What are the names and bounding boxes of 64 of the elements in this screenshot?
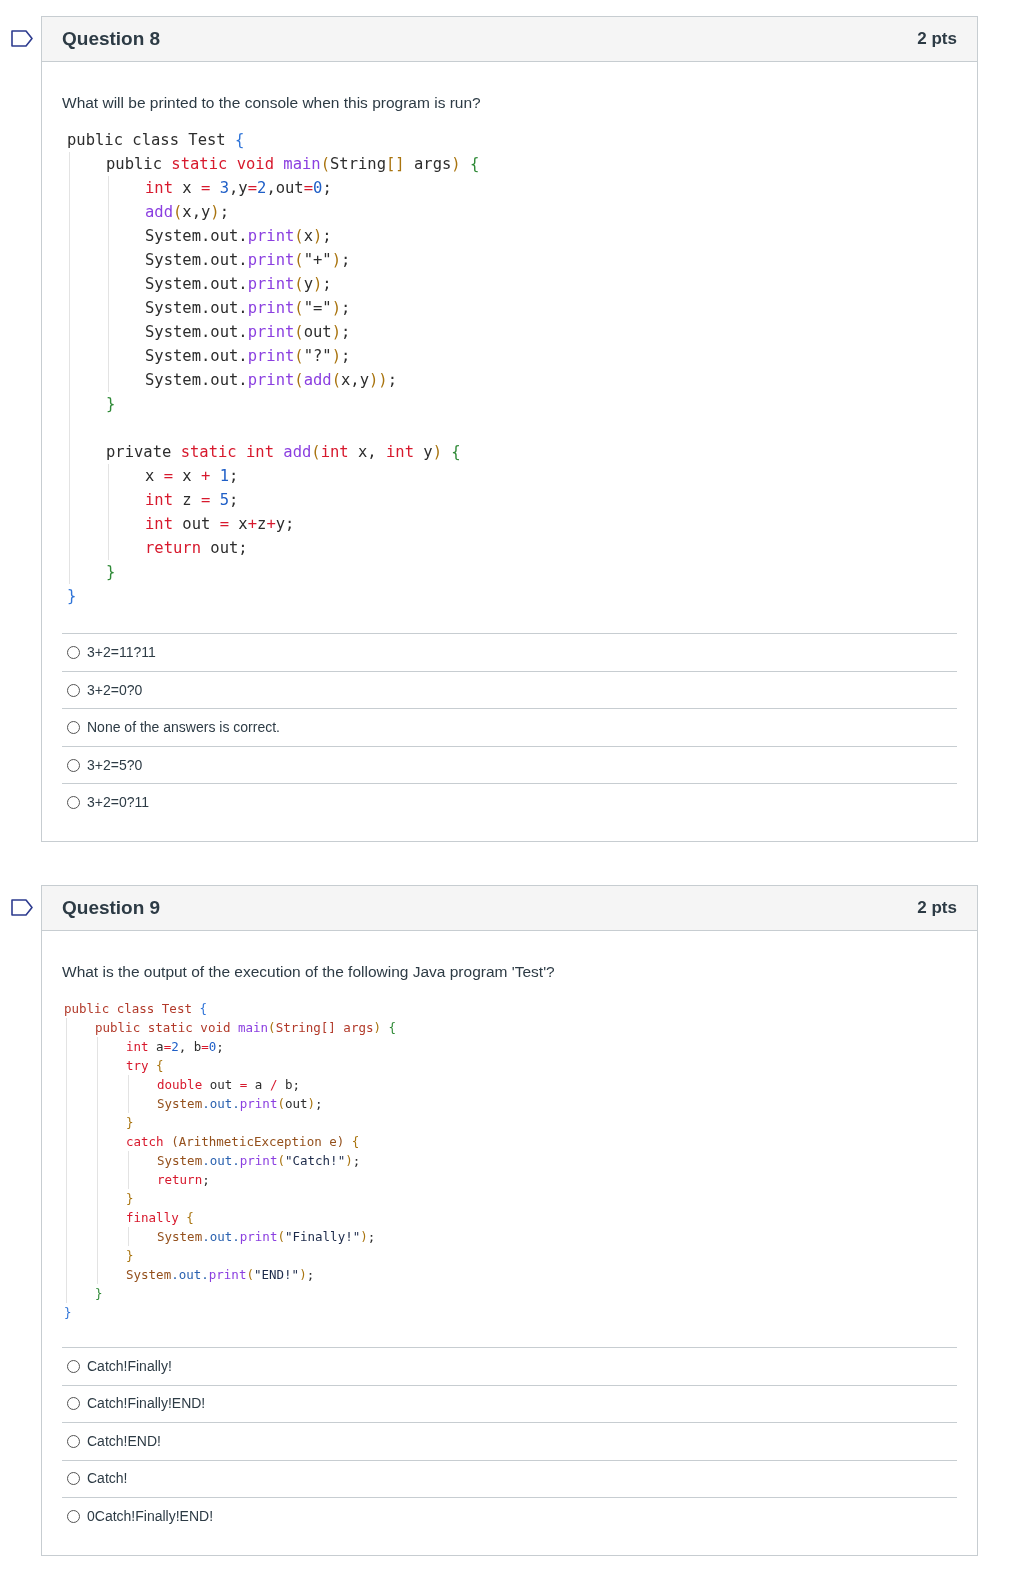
answer-option[interactable]: Catch!END! [62,1422,957,1460]
answer-option[interactable]: 0Catch!Finally!END! [62,1497,957,1535]
code-line: x = x + 1; [145,466,240,488]
code-line: System.out.print(x); [145,226,333,248]
code-line: System.out.print("?"); [145,346,352,368]
code-line: System.out.print("="); [145,298,352,320]
radio-button[interactable] [67,683,80,697]
radio-button[interactable] [67,646,80,659]
answer-option[interactable]: Catch!Finally! [62,1347,957,1385]
radio-button[interactable] [67,796,80,809]
code-line: } [67,586,78,608]
code-line: } [64,1304,73,1322]
question-text: What will be printed to the console when this program is run? [62,93,482,113]
answer-option[interactable]: Catch! [62,1459,957,1497]
question-title: Question 8 [62,26,161,51]
code-line: int a=2, b=0; [126,1038,225,1056]
code-line: } [106,394,117,416]
code-line: System.out.print(out); [145,322,352,344]
code-line: try { [126,1057,165,1075]
code-line: } [126,1247,135,1265]
code-line: public static void main(String[] args) { [106,154,481,176]
points-label: 2 pts [917,28,957,51]
radio-button[interactable] [67,1472,80,1486]
code-line: System.out.print("+"); [145,250,352,272]
code-line: finally { [126,1209,195,1227]
answer-option[interactable]: 3+2=5?0 [62,745,957,784]
answer-option[interactable]: 3+2=0?0 [62,670,957,709]
radio-button[interactable] [67,1434,80,1448]
answer-option[interactable]: None of the answers is correct. [62,708,957,746]
code-line: System.out.print("Catch!"); [157,1152,362,1170]
code-line: } [126,1190,135,1208]
code-line: double out = a / b; [157,1076,301,1094]
flag-icon[interactable] [11,898,33,916]
radio-button[interactable] [67,758,80,772]
answer-option[interactable]: Catch!Finally!END! [62,1384,957,1422]
code-line: int z = 5; [145,490,240,512]
code-line: } [126,1114,135,1132]
radio-button[interactable] [67,1509,80,1523]
code-line: System.out.print(y); [145,274,333,296]
code-line: System.out.print(add(x,y)); [145,370,399,392]
code-line: public static void main(String[] args) { [95,1019,398,1037]
code-line: int x = 3,y=2,out=0; [145,178,333,200]
radio-button[interactable] [67,721,80,734]
question-title: Question 9 [62,895,161,920]
radio-button[interactable] [67,1397,80,1411]
radio-button[interactable] [67,1359,80,1373]
code-line: return out; [145,538,249,560]
code-line: } [95,1285,104,1303]
points-label: 2 pts [917,897,957,919]
code-line: private static int add(int x, int y) { [106,442,462,464]
code-line: System.out.print("Finally!"); [157,1228,377,1246]
code-line: } [106,562,117,584]
code-line: add(x,y); [145,202,231,224]
code-line: int out = x+z+y; [145,514,296,536]
code-line: System.out.print(out); [157,1095,324,1113]
answer-option[interactable]: 3+2=0?11 [62,783,957,821]
code-line: public class Test { [67,130,246,152]
question-text: What is the output of the execution of the following Java program 'Test'? [62,961,556,982]
code-line: catch (ArithmeticException e) { [126,1133,361,1151]
code-line: System.out.print("END!"); [126,1266,316,1284]
flag-icon[interactable] [11,30,33,47]
code-line: public class Test { [64,1000,208,1018]
answer-option[interactable]: 3+2=11?11 [62,633,957,671]
code-line: return; [157,1171,211,1189]
